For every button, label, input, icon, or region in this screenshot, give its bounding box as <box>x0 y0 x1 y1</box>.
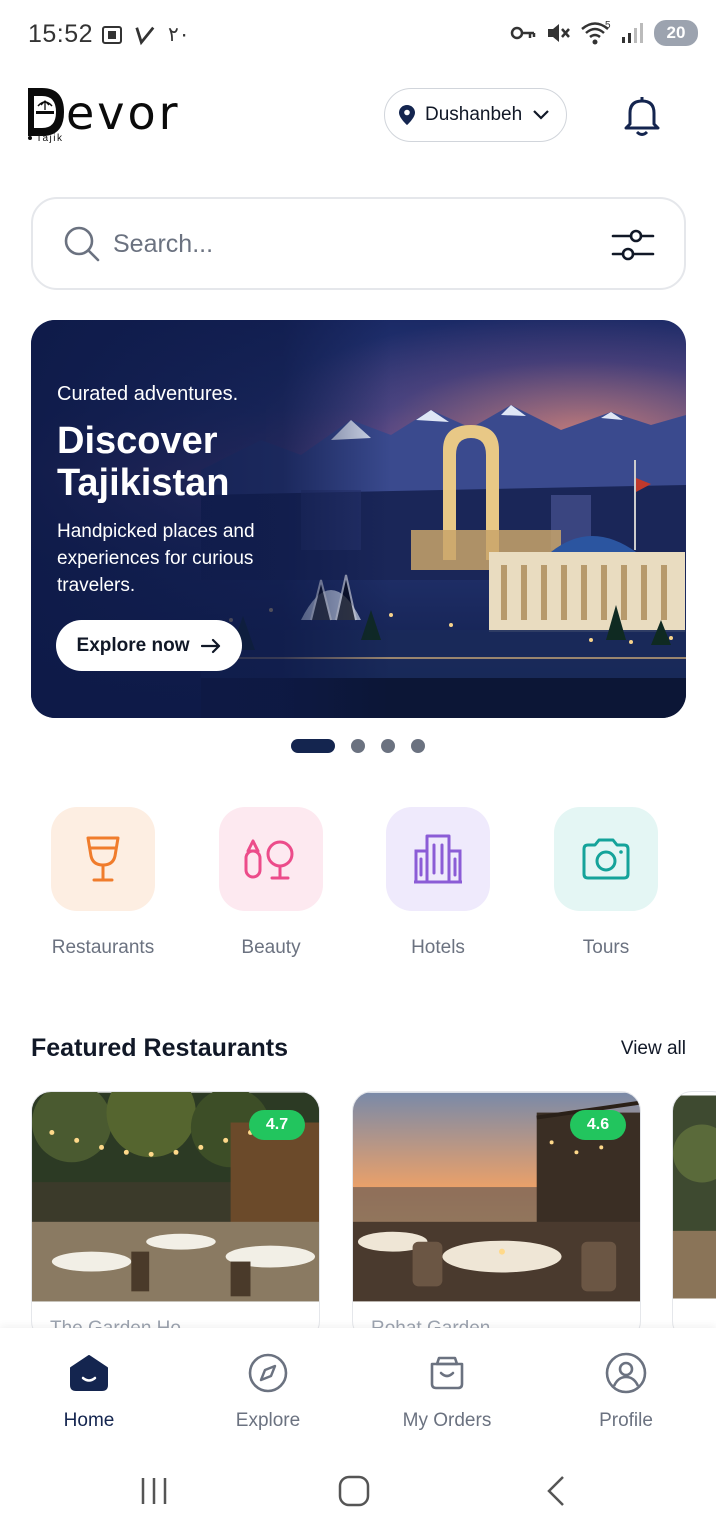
beauty-icon <box>244 839 294 880</box>
logo-emblem-icon <box>28 88 64 140</box>
nav-explore[interactable]: Explore <box>198 1352 338 1432</box>
signal-icon <box>622 23 643 43</box>
restaurant-image <box>673 1095 716 1299</box>
network-badge: 5 <box>605 20 611 31</box>
category-tours[interactable]: Tours <box>536 807 676 959</box>
map-pin-icon <box>399 105 415 125</box>
wifi-icon: 5 <box>581 20 611 45</box>
category-tile <box>51 807 155 911</box>
category-tile <box>554 807 658 911</box>
category-hotels[interactable]: Hotels <box>368 807 508 959</box>
status-bar: 15:52 ٢٠ 5 20 <box>0 0 716 70</box>
screenshot-icon <box>102 25 122 44</box>
check-icon <box>135 26 155 45</box>
carousel-dot-active[interactable] <box>291 739 335 753</box>
location-selector[interactable]: Dushanbeh <box>384 88 567 142</box>
restaurant-card-partial[interactable] <box>672 1091 716 1341</box>
category-tile <box>219 807 323 911</box>
nav-my-orders[interactable]: My Orders <box>377 1352 517 1432</box>
banner-kicker: Curated adventures. <box>57 383 239 405</box>
carousel-dot[interactable] <box>411 739 425 753</box>
category-restaurants[interactable]: Restaurants <box>33 807 173 959</box>
restaurant-card[interactable]: 4.7 The Garden Ho... <box>31 1091 320 1341</box>
bag-icon <box>430 1356 464 1390</box>
notifications-button[interactable] <box>618 92 666 140</box>
search-input[interactable] <box>113 221 583 267</box>
location-label: Dushanbeh <box>425 104 523 125</box>
restaurant-card[interactable]: 4.6 Rohat Garden <box>352 1091 641 1341</box>
search-icon <box>64 226 100 262</box>
chevron-down-icon <box>533 110 549 120</box>
category-label: Restaurants <box>51 937 155 958</box>
compass-icon <box>248 1353 288 1393</box>
home-icon <box>70 1355 108 1391</box>
nav-home[interactable]: Home <box>19 1352 159 1432</box>
user-icon <box>605 1352 647 1394</box>
category-label: Beauty <box>241 937 301 958</box>
battery-indicator: 20 <box>654 20 698 46</box>
back-icon[interactable] <box>543 1475 569 1507</box>
featured-section-title: Featured Restaurants <box>31 1034 289 1062</box>
nav-label: Profile <box>599 1410 653 1431</box>
category-tile <box>386 807 490 911</box>
carousel-dot[interactable] <box>381 739 395 753</box>
nav-label: Explore <box>235 1410 301 1431</box>
banner-title: Discover Tajikistan <box>57 420 230 504</box>
app-logo: evor Tajik <box>24 84 224 146</box>
rating-badge: 4.7 <box>249 1110 305 1140</box>
explore-now-button[interactable]: Explore now <box>56 620 242 671</box>
explore-now-label: Explore now <box>76 634 190 656</box>
category-label: Hotels <box>411 937 465 958</box>
status-time: 15:52 <box>28 20 94 48</box>
arrow-right-icon <box>201 638 221 653</box>
mute-icon <box>548 24 570 42</box>
bell-icon <box>624 97 660 136</box>
logo-subtitle: Tajik <box>36 133 64 144</box>
bottom-navigation: Home Explore My Orders Profile <box>0 1328 716 1458</box>
banner-description: Handpicked places and experiences for cu… <box>57 521 255 596</box>
carousel-indicator <box>291 739 425 753</box>
nav-profile[interactable]: Profile <box>556 1352 696 1432</box>
carousel-dot[interactable] <box>351 739 365 753</box>
nav-label: Home <box>63 1410 115 1431</box>
category-label: Tours <box>582 937 630 958</box>
status-arabic-indicator: ٢٠ <box>168 24 190 46</box>
system-navigation-bar <box>0 1458 716 1536</box>
wine-glass-icon <box>86 836 120 882</box>
view-all-link[interactable]: View all <box>621 1038 686 1060</box>
category-beauty[interactable]: Beauty <box>201 807 341 959</box>
building-icon <box>414 834 462 884</box>
camera-icon <box>582 838 630 880</box>
filter-icon[interactable] <box>611 225 655 265</box>
hero-banner[interactable]: Curated adventures. Discover Tajikistan … <box>31 320 686 718</box>
search-bar <box>31 197 686 290</box>
recent-apps-icon[interactable] <box>139 1476 169 1506</box>
rating-badge: 4.6 <box>570 1110 626 1140</box>
home-button-icon[interactable] <box>338 1475 370 1507</box>
key-icon <box>510 26 536 40</box>
logo-wordmark: evor <box>66 86 181 140</box>
nav-label: My Orders <box>402 1410 492 1431</box>
